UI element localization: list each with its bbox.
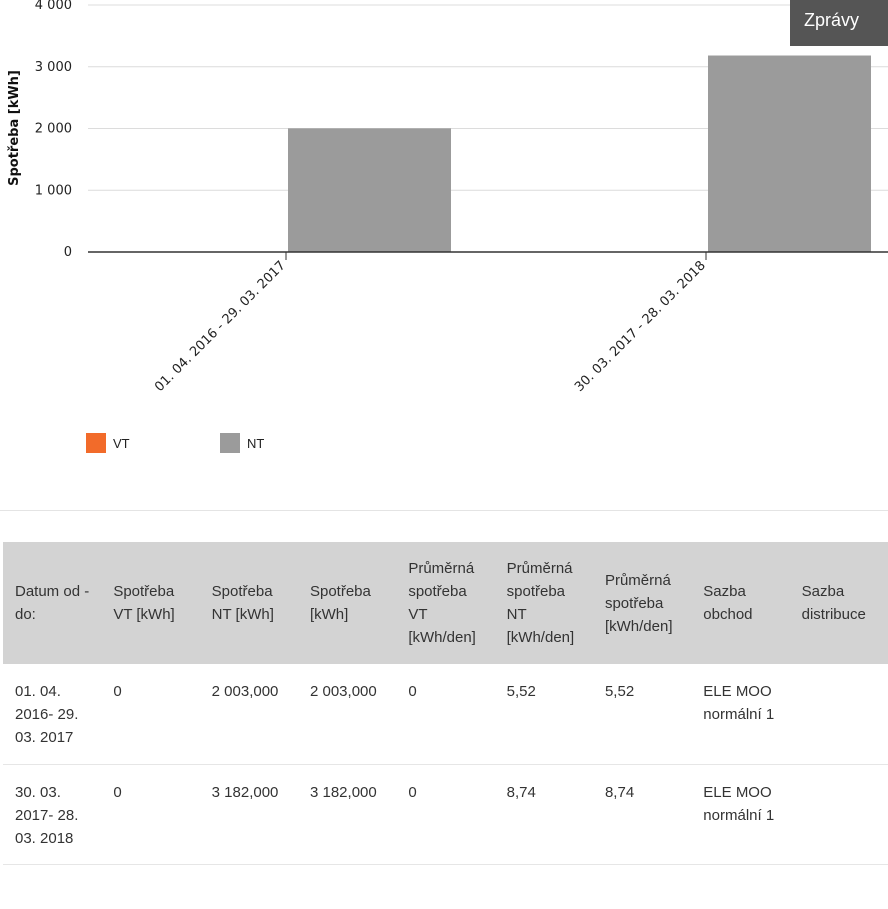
- legend-swatch-vt: [86, 433, 106, 453]
- table-cell: 01. 04. 2016- 29. 03. 2017: [3, 664, 102, 765]
- legend-item-vt[interactable]: VT: [86, 433, 130, 453]
- table-cell: 2 003,000: [297, 664, 397, 765]
- table-cell: 8,74: [494, 764, 593, 865]
- table-cell: [789, 664, 888, 765]
- column-header: Spotřeba [kWh]: [297, 542, 397, 664]
- y-tick-label: 2 000: [35, 122, 72, 137]
- table-cell: ELE MOO normální 1: [691, 764, 790, 865]
- table-cell: 5,52: [494, 664, 593, 765]
- consumption-chart: 0 1 000 2 000 3 000 4 000 Spotřeba [kWh] 01. 0…: [7, 0, 888, 395]
- x-tick-label: 01. 04. 2016 - 29. 03. 2017: [152, 258, 289, 395]
- table-cell: 30. 03. 2017- 28. 03. 2018: [3, 764, 102, 865]
- bar-nt: [708, 55, 871, 252]
- table-header-row: Datum od - do: Spotřeba VT [kWh] Spotřeba …: [3, 542, 888, 664]
- column-header: Průměrná spotřeba VT [kWh/den]: [396, 542, 495, 664]
- legend-label: VT: [113, 435, 130, 451]
- column-header: Průměrná spotřeba NT [kWh/den]: [494, 542, 593, 664]
- column-header: Spotřeba NT [kWh]: [199, 542, 298, 664]
- table-cell: 0: [396, 764, 495, 865]
- table-cell: 0: [396, 664, 495, 765]
- y-tick-label: 3 000: [35, 60, 72, 75]
- column-header: Sazba obchod: [691, 542, 790, 664]
- table-cell: 0: [101, 764, 200, 865]
- table-cell: 5,52: [592, 664, 692, 765]
- legend-item-nt[interactable]: NT: [220, 433, 264, 453]
- y-tick-label: 4 000: [35, 0, 72, 13]
- divider: [0, 510, 888, 511]
- table-cell: 3 182,000: [297, 764, 397, 865]
- column-header: Datum od - do:: [3, 542, 102, 664]
- y-axis-title: Spotřeba [kWh]: [7, 70, 22, 186]
- column-header: Průměrná spotřeba [kWh/den]: [592, 542, 692, 664]
- legend-label: NT: [247, 435, 265, 451]
- table-cell: 8,74: [592, 764, 692, 865]
- column-header: Sazba distribuce: [789, 542, 888, 664]
- column-header: Spotřeba VT [kWh]: [101, 542, 200, 664]
- table-cell: 2 003,000: [199, 664, 298, 765]
- table-cell: [789, 764, 888, 865]
- consumption-table: Datum od - do: Spotřeba VT [kWh] Spotřeba …: [3, 542, 888, 865]
- y-tick-label: 0: [64, 245, 72, 260]
- x-tick-label: 30. 03. 2017 - 28. 03. 2018: [572, 258, 709, 395]
- legend-swatch-nt: [220, 433, 240, 453]
- table-row: 30. 03. 2017- 28. 03. 2018 0 3 182,000 3 18…: [3, 764, 888, 865]
- table-cell: 0: [101, 664, 200, 765]
- messages-button[interactable]: Zprávy: [790, 0, 888, 46]
- table-row: 01. 04. 2016- 29. 03. 2017 0 2 003,000 2 00…: [3, 664, 888, 765]
- table-cell: 3 182,000: [199, 764, 298, 865]
- bar-nt: [288, 128, 451, 252]
- table-cell: ELE MOO normální 1: [691, 664, 790, 765]
- y-tick-label: 1 000: [35, 183, 72, 198]
